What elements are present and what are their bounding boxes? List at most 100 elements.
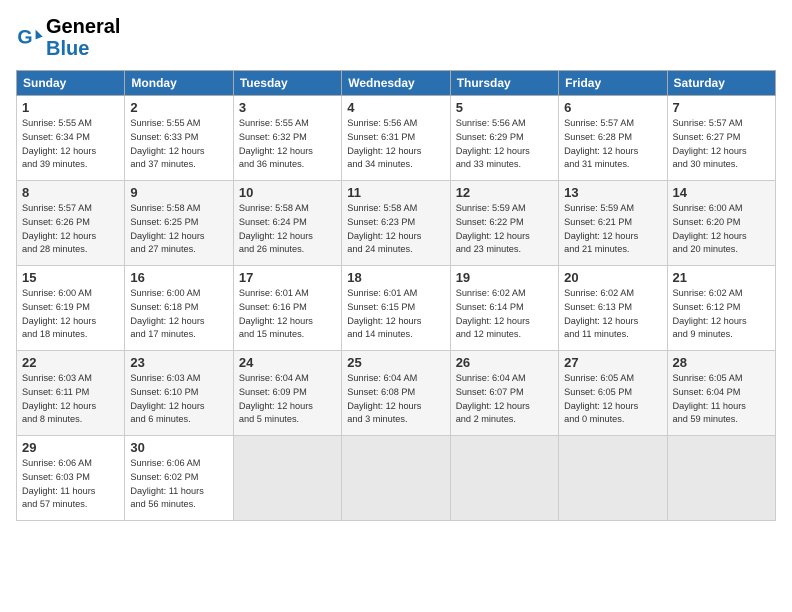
day-info: Sunrise: 6:00 AM Sunset: 6:19 PM Dayligh… bbox=[22, 287, 119, 342]
header-sunday: Sunday bbox=[17, 71, 125, 96]
calendar-day-cell: 2 Sunrise: 5:55 AM Sunset: 6:33 PM Daylig… bbox=[125, 96, 233, 181]
logo-icon: G bbox=[16, 24, 44, 52]
calendar-day-cell: 30 Sunrise: 6:06 AM Sunset: 6:02 PM Dayli… bbox=[125, 436, 233, 521]
day-info: Sunrise: 6:04 AM Sunset: 6:09 PM Dayligh… bbox=[239, 372, 336, 427]
day-info: Sunrise: 5:56 AM Sunset: 6:29 PM Dayligh… bbox=[456, 117, 553, 172]
calendar-day-cell: 11 Sunrise: 5:58 AM Sunset: 6:23 PM Dayli… bbox=[342, 181, 450, 266]
day-info: Sunrise: 5:58 AM Sunset: 6:23 PM Dayligh… bbox=[347, 202, 444, 257]
day-number: 16 bbox=[130, 270, 227, 285]
day-info: Sunrise: 5:55 AM Sunset: 6:33 PM Dayligh… bbox=[130, 117, 227, 172]
day-number: 30 bbox=[130, 440, 227, 455]
calendar-header: Sunday Monday Tuesday Wednesday Thursday… bbox=[17, 71, 776, 96]
calendar-table: Sunday Monday Tuesday Wednesday Thursday… bbox=[16, 70, 776, 521]
header-thursday: Thursday bbox=[450, 71, 558, 96]
day-info: Sunrise: 5:57 AM Sunset: 6:27 PM Dayligh… bbox=[673, 117, 770, 172]
day-number: 24 bbox=[239, 355, 336, 370]
day-info: Sunrise: 5:55 AM Sunset: 6:34 PM Dayligh… bbox=[22, 117, 119, 172]
day-number: 14 bbox=[673, 185, 770, 200]
calendar-day-cell: 4 Sunrise: 5:56 AM Sunset: 6:31 PM Daylig… bbox=[342, 96, 450, 181]
calendar-day-cell: 20Sunrise: 6:02 AM Sunset: 6:13 PM Dayli… bbox=[559, 266, 667, 351]
calendar-day-cell: 10 Sunrise: 5:58 AM Sunset: 6:24 PM Dayli… bbox=[233, 181, 341, 266]
header-wednesday: Wednesday bbox=[342, 71, 450, 96]
day-headers-row: Sunday Monday Tuesday Wednesday Thursday… bbox=[17, 71, 776, 96]
calendar-day-cell: 26 Sunrise: 6:04 AM Sunset: 6:07 PM Dayli… bbox=[450, 351, 558, 436]
day-number: 27 bbox=[564, 355, 661, 370]
day-info: Sunrise: 6:01 AM Sunset: 6:16 PM Dayligh… bbox=[239, 287, 336, 342]
day-number: 21 bbox=[673, 270, 770, 285]
day-number: 6 bbox=[564, 100, 661, 115]
day-info: Sunrise: 6:02 AM Sunset: 6:14 PM Dayligh… bbox=[456, 287, 553, 342]
day-info: Sunrise: 5:59 AM Sunset: 6:21 PM Dayligh… bbox=[564, 202, 661, 257]
day-number: 26 bbox=[456, 355, 553, 370]
day-info: Sunrise: 6:01 AM Sunset: 6:15 PM Dayligh… bbox=[347, 287, 444, 342]
calendar-week-row: 29 Sunrise: 6:06 AM Sunset: 6:03 PM Dayli… bbox=[17, 436, 776, 521]
day-number: 8 bbox=[22, 185, 119, 200]
calendar-day-cell: 21 Sunrise: 6:02 AM Sunset: 6:12 PM Dayli… bbox=[667, 266, 775, 351]
day-number: 3 bbox=[239, 100, 336, 115]
day-info: Sunrise: 5:59 AM Sunset: 6:22 PM Dayligh… bbox=[456, 202, 553, 257]
day-info: Sunrise: 6:00 AM Sunset: 6:18 PM Dayligh… bbox=[130, 287, 227, 342]
calendar-day-cell: 29 Sunrise: 6:06 AM Sunset: 6:03 PM Dayli… bbox=[17, 436, 125, 521]
day-info: Sunrise: 5:58 AM Sunset: 6:25 PM Dayligh… bbox=[130, 202, 227, 257]
day-number: 19 bbox=[456, 270, 553, 285]
calendar-day-cell: 5 Sunrise: 5:56 AM Sunset: 6:29 PM Daylig… bbox=[450, 96, 558, 181]
calendar-day-cell: 16 Sunrise: 6:00 AM Sunset: 6:18 PM Dayli… bbox=[125, 266, 233, 351]
calendar-day-cell: 22 Sunrise: 6:03 AM Sunset: 6:11 PM Dayli… bbox=[17, 351, 125, 436]
calendar-day-cell: 25Sunrise: 6:04 AM Sunset: 6:08 PM Dayli… bbox=[342, 351, 450, 436]
day-number: 10 bbox=[239, 185, 336, 200]
header-tuesday: Tuesday bbox=[233, 71, 341, 96]
calendar-day-cell: 14 Sunrise: 6:00 AM Sunset: 6:20 PM Dayli… bbox=[667, 181, 775, 266]
day-info: Sunrise: 6:04 AM Sunset: 6:07 PM Dayligh… bbox=[456, 372, 553, 427]
header-monday: Monday bbox=[125, 71, 233, 96]
calendar-day-cell bbox=[559, 436, 667, 521]
calendar-week-row: 15 Sunrise: 6:00 AM Sunset: 6:19 PM Dayli… bbox=[17, 266, 776, 351]
calendar-day-cell bbox=[450, 436, 558, 521]
day-info: Sunrise: 6:05 AM Sunset: 6:05 PM Dayligh… bbox=[564, 372, 661, 427]
calendar-day-cell: 18 Sunrise: 6:01 AM Sunset: 6:15 PM Dayli… bbox=[342, 266, 450, 351]
day-info: Sunrise: 5:58 AM Sunset: 6:24 PM Dayligh… bbox=[239, 202, 336, 257]
calendar-day-cell: 24 Sunrise: 6:04 AM Sunset: 6:09 PM Dayli… bbox=[233, 351, 341, 436]
calendar-day-cell: 13 Sunrise: 5:59 AM Sunset: 6:21 PM Dayli… bbox=[559, 181, 667, 266]
calendar-day-cell: 23Sunrise: 6:03 AM Sunset: 6:10 PM Dayli… bbox=[125, 351, 233, 436]
day-number: 5 bbox=[456, 100, 553, 115]
day-number: 28 bbox=[673, 355, 770, 370]
day-number: 4 bbox=[347, 100, 444, 115]
header-saturday: Saturday bbox=[667, 71, 775, 96]
day-info: Sunrise: 6:05 AM Sunset: 6:04 PM Dayligh… bbox=[673, 372, 770, 427]
calendar-day-cell: 19 Sunrise: 6:02 AM Sunset: 6:14 PM Dayli… bbox=[450, 266, 558, 351]
logo-general: General bbox=[46, 16, 120, 38]
calendar-day-cell: 28 Sunrise: 6:05 AM Sunset: 6:04 PM Dayli… bbox=[667, 351, 775, 436]
calendar-day-cell: 7Sunrise: 5:57 AM Sunset: 6:27 PM Daylig… bbox=[667, 96, 775, 181]
logo-blue: Blue bbox=[46, 38, 89, 60]
day-number: 20 bbox=[564, 270, 661, 285]
day-number: 11 bbox=[347, 185, 444, 200]
day-number: 22 bbox=[22, 355, 119, 370]
day-number: 15 bbox=[22, 270, 119, 285]
day-number: 2 bbox=[130, 100, 227, 115]
day-info: Sunrise: 6:06 AM Sunset: 6:03 PM Dayligh… bbox=[22, 457, 119, 512]
day-info: Sunrise: 5:56 AM Sunset: 6:31 PM Dayligh… bbox=[347, 117, 444, 172]
day-info: Sunrise: 6:03 AM Sunset: 6:11 PM Dayligh… bbox=[22, 372, 119, 427]
day-number: 13 bbox=[564, 185, 661, 200]
calendar-week-row: 22 Sunrise: 6:03 AM Sunset: 6:11 PM Dayli… bbox=[17, 351, 776, 436]
calendar-day-cell: 12Sunrise: 5:59 AM Sunset: 6:22 PM Dayli… bbox=[450, 181, 558, 266]
day-info: Sunrise: 6:02 AM Sunset: 6:12 PM Dayligh… bbox=[673, 287, 770, 342]
calendar-day-cell: 6Sunrise: 5:57 AM Sunset: 6:28 PM Daylig… bbox=[559, 96, 667, 181]
calendar-day-cell: 9 Sunrise: 5:58 AM Sunset: 6:25 PM Daylig… bbox=[125, 181, 233, 266]
day-info: Sunrise: 6:00 AM Sunset: 6:20 PM Dayligh… bbox=[673, 202, 770, 257]
calendar-day-cell: 17Sunrise: 6:01 AM Sunset: 6:16 PM Dayli… bbox=[233, 266, 341, 351]
calendar-week-row: 8Sunrise: 5:57 AM Sunset: 6:26 PM Daylig… bbox=[17, 181, 776, 266]
day-info: Sunrise: 6:06 AM Sunset: 6:02 PM Dayligh… bbox=[130, 457, 227, 512]
day-number: 18 bbox=[347, 270, 444, 285]
calendar-day-cell: 8Sunrise: 5:57 AM Sunset: 6:26 PM Daylig… bbox=[17, 181, 125, 266]
day-number: 9 bbox=[130, 185, 227, 200]
logo: G General Blue bbox=[16, 16, 120, 60]
calendar-day-cell: 1 Sunrise: 5:55 AM Sunset: 6:34 PM Daylig… bbox=[17, 96, 125, 181]
day-number: 29 bbox=[22, 440, 119, 455]
svg-text:G: G bbox=[17, 27, 32, 49]
calendar-day-cell bbox=[342, 436, 450, 521]
calendar-body: 1 Sunrise: 5:55 AM Sunset: 6:34 PM Daylig… bbox=[17, 96, 776, 521]
day-number: 1 bbox=[22, 100, 119, 115]
calendar-day-cell: 3Sunrise: 5:55 AM Sunset: 6:32 PM Daylig… bbox=[233, 96, 341, 181]
calendar-day-cell: 27 Sunrise: 6:05 AM Sunset: 6:05 PM Dayli… bbox=[559, 351, 667, 436]
